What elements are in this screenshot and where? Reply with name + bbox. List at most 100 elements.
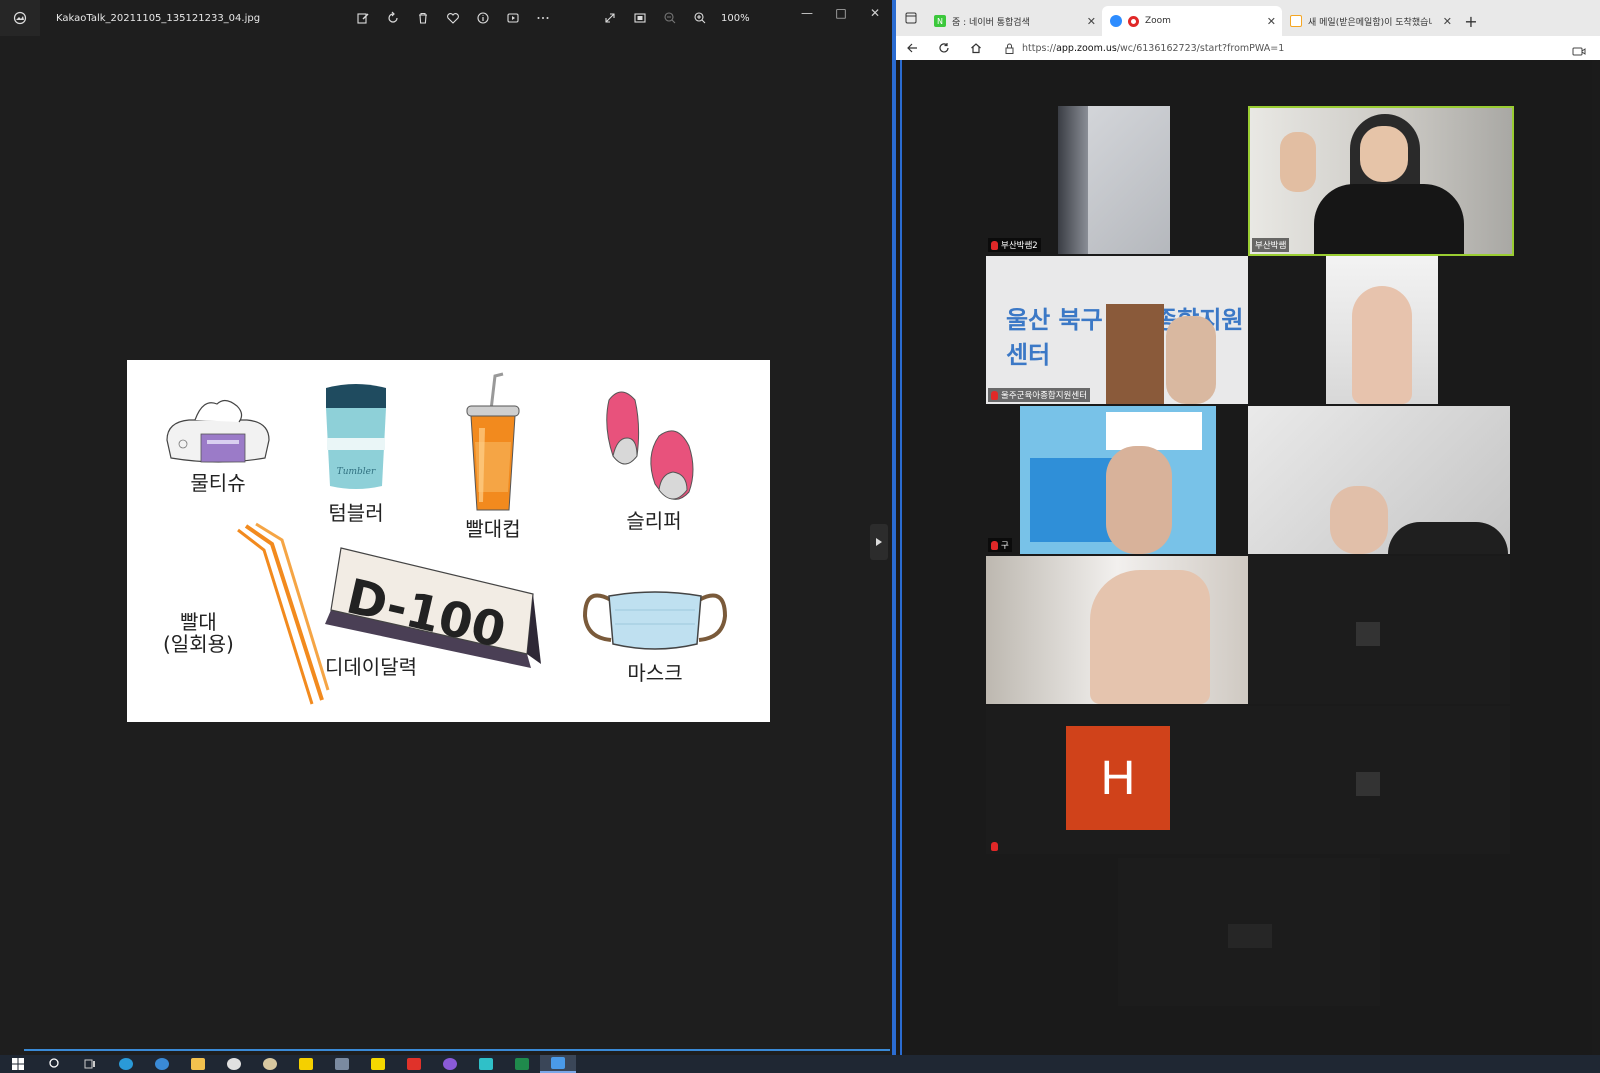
minimize-button[interactable]: —: [790, 0, 824, 26]
participant-name: 구: [988, 538, 1012, 552]
home-icon[interactable]: [960, 36, 992, 60]
camera-icon[interactable]: [1572, 42, 1586, 61]
tab-mail[interactable]: 새 메일(받은메일함)이 도착했습니 ✕: [1282, 6, 1458, 36]
mail-favicon-icon: [1290, 15, 1302, 27]
participant-tile-video-off[interactable]: [1118, 858, 1380, 1006]
tab-naver[interactable]: N 줌 : 네이버 통합검색 ✕: [926, 6, 1102, 36]
participant-tile-video-off[interactable]: [1248, 706, 1510, 854]
participant-name: 부산박쌤2: [988, 238, 1041, 252]
zoom-gallery: 부산박쌤2 부산박쌤 울산 북구 육아종합지원센터 울주군육아종합지원센터: [900, 60, 1592, 1055]
tab-actions-icon[interactable]: [896, 0, 926, 36]
back-icon[interactable]: [896, 36, 928, 60]
item-label: 빨대컵: [465, 517, 521, 541]
photo-filename: KakaoTalk_20211105_135121233_04.jpg: [56, 12, 261, 24]
straw-item: 빨대 (일회용): [163, 520, 330, 706]
slippers-icon: [606, 391, 694, 500]
close-button[interactable]: ✕: [858, 0, 892, 26]
delete-icon[interactable]: [408, 0, 438, 36]
mask-icon: [582, 591, 728, 650]
displayed-image: 물티슈 Tumbler 텀블러 빨대컵 슬리퍼 빨대 (일회용) D-100 디…: [127, 360, 770, 722]
tab-label: 새 메일(받은메일함)이 도착했습니: [1308, 17, 1432, 28]
mic-muted-icon: [991, 240, 998, 250]
straw-icon: [236, 522, 330, 705]
edge-browser-icon[interactable]: [108, 1055, 144, 1073]
search-icon[interactable]: [36, 1055, 72, 1073]
url-field[interactable]: https://app.zoom.us/wc/6136162723/start?…: [1022, 43, 1284, 54]
close-tab-icon[interactable]: ✕: [1267, 15, 1276, 28]
participant-name: 부산박쌤: [1252, 238, 1290, 252]
desktop: KakaoTalk_20211105_135121233_04.jpg 100%…: [0, 0, 1600, 1073]
file-explorer-icon[interactable]: [180, 1055, 216, 1073]
excel-icon[interactable]: [504, 1055, 540, 1073]
recording-icon: [1128, 15, 1139, 27]
participant-name: 울주군육아종합지원센터: [988, 388, 1091, 402]
anydesk-icon[interactable]: [396, 1055, 432, 1073]
participant-tile[interactable]: 부산박쌤2: [986, 106, 1248, 254]
search-app-icon[interactable]: [432, 1055, 468, 1073]
d-day-calendar-item: D-100 디데이달력: [321, 546, 541, 678]
address-bar: https://app.zoom.us/wc/6136162723/start?…: [896, 36, 1600, 60]
expand-icon[interactable]: [595, 0, 625, 36]
tab-label: Zoom: [1145, 16, 1171, 26]
participant-tile[interactable]: [986, 556, 1248, 704]
tab-label: 줌 : 네이버 통합검색: [952, 17, 1030, 28]
item-label: 디데이달력: [325, 655, 417, 679]
zoom-in-icon[interactable]: [685, 0, 715, 36]
item-label: 물티슈: [190, 471, 246, 495]
palette-icon[interactable]: [252, 1055, 288, 1073]
item-label: 텀블러: [328, 501, 384, 525]
slideshow-icon[interactable]: [498, 0, 528, 36]
mic-muted-icon: [991, 540, 998, 550]
participant-tile-active-speaker[interactable]: 부산박쌤: [1248, 106, 1514, 256]
straw-cup-item: 빨대컵: [461, 372, 525, 540]
maximize-button[interactable]: □: [824, 0, 858, 26]
tumbler-icon: Tumbler: [326, 384, 386, 489]
favorite-heart-icon[interactable]: [438, 0, 468, 36]
refresh-icon[interactable]: [928, 36, 960, 60]
photos-app-icon[interactable]: [0, 0, 40, 36]
participant-tile[interactable]: [1248, 256, 1514, 404]
participant-tile-avatar[interactable]: H: [986, 706, 1248, 854]
photos-taskbar-icon[interactable]: [540, 1055, 576, 1073]
paint-icon[interactable]: [216, 1055, 252, 1073]
start-windows-icon[interactable]: [0, 1055, 36, 1073]
info-icon[interactable]: [468, 0, 498, 36]
tumbler-item: Tumbler 텀블러: [320, 382, 392, 524]
naver-favicon-icon: N: [934, 15, 946, 27]
calculator-icon[interactable]: [324, 1055, 360, 1073]
internet-explorer-icon[interactable]: [144, 1055, 180, 1073]
wet-tissue-item: 물티슈: [159, 394, 277, 494]
item-label: 마스크: [627, 661, 683, 685]
participant-tile[interactable]: 구: [986, 406, 1248, 554]
zoom-out-icon[interactable]: [655, 0, 685, 36]
item-label: 빨대 (일회용): [163, 610, 234, 656]
slippers-item: 슬리퍼: [599, 386, 709, 532]
rotate-icon[interactable]: [378, 0, 408, 36]
task-view-icon[interactable]: [72, 1055, 108, 1073]
mic-muted-icon: [991, 390, 998, 400]
close-tab-icon[interactable]: ✕: [1443, 15, 1452, 28]
fit-window-icon[interactable]: [625, 0, 655, 36]
mic-muted-icon: [991, 842, 998, 851]
participant-tile[interactable]: 울산 북구 육아종합지원센터 울주군육아종합지원센터: [986, 256, 1248, 404]
more-options-icon[interactable]: [528, 0, 558, 36]
participant-tile-video-off[interactable]: [1248, 556, 1510, 704]
tab-zoom[interactable]: Zoom ✕: [1102, 6, 1282, 36]
filmstrip-edge: [24, 1049, 890, 1051]
photos-toolbar: [348, 0, 558, 36]
mask-item: 마스크: [581, 586, 729, 684]
new-tab-button[interactable]: +: [1458, 6, 1484, 36]
wet-tissue-icon: [166, 399, 270, 463]
kakaotalk-icon[interactable]: [360, 1055, 396, 1073]
zoom-favicon-icon: [1110, 15, 1122, 27]
sticky-notes-icon[interactable]: [288, 1055, 324, 1073]
edit-icon[interactable]: [348, 0, 378, 36]
feather-app-icon[interactable]: [468, 1055, 504, 1073]
lock-icon[interactable]: [1002, 43, 1016, 54]
participant-tile[interactable]: [1248, 406, 1510, 554]
taskbar: [0, 1055, 1600, 1073]
close-tab-icon[interactable]: ✕: [1087, 15, 1096, 28]
straw-cup-icon: [466, 372, 520, 511]
next-image-button[interactable]: [870, 524, 888, 560]
browser-window: N 줌 : 네이버 통합검색 ✕ Zoom ✕ 새 메일(받은메일함)이 도착했…: [896, 0, 1600, 1055]
